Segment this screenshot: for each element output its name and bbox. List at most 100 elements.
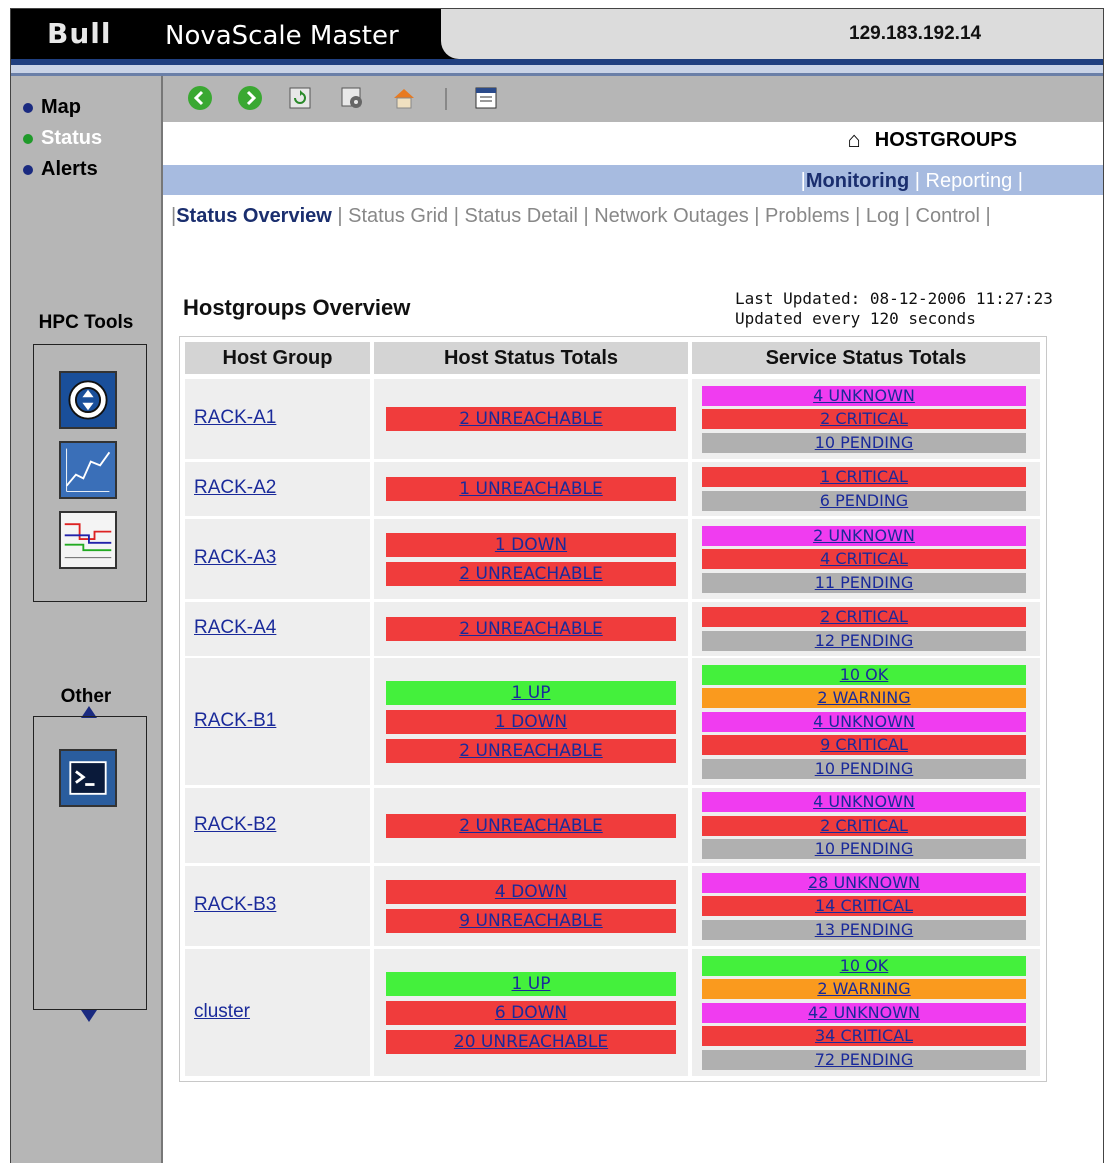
hostgroup-link[interactable]: RACK-B2 [194,814,276,836]
host-status-badge[interactable]: 2 UNREACHABLE [386,813,676,838]
column-header-service-status: Service Status Totals [692,342,1040,374]
hpc-tools-panel [33,344,147,602]
bull-logo: Bull [47,17,112,50]
settings-icon[interactable] [339,85,365,111]
service-status-badge[interactable]: 10 OK [702,664,1026,685]
page-title: Hostgroups Overview [183,295,411,320]
subnav-separator: | [577,205,595,227]
service-status-badge[interactable]: 34 CRITICAL [702,1026,1026,1046]
hostgroup-link[interactable]: RACK-A1 [194,407,276,429]
service-status-badge[interactable]: 72 PENDING [702,1049,1026,1070]
host-status-badge[interactable]: 1 UNREACHABLE [386,477,676,501]
host-status-badge[interactable]: 1 UP [386,971,676,996]
service-status-badge[interactable]: 10 PENDING [702,432,1026,453]
service-status-badge[interactable]: 4 CRITICAL [702,549,1026,569]
host-status-badge[interactable]: 2 UNREACHABLE [386,407,676,431]
host-status-badge[interactable]: 1 UP [386,680,676,705]
host-status-badge[interactable]: 2 UNREACHABLE [386,561,676,586]
sidebar-item-status[interactable]: Status [23,127,102,150]
toolbar-separator [445,88,447,110]
window-icon[interactable] [473,85,499,111]
service-status-badge[interactable]: 10 PENDING [702,758,1026,779]
service-status-badge[interactable]: 2 CRITICAL [702,607,1026,628]
performance-chart-icon[interactable] [59,441,117,499]
host-status-badge[interactable]: 2 UNREACHABLE [386,738,676,763]
subnav-status-detail[interactable]: Status Detail [465,205,578,227]
tab-separator: | [1017,170,1023,192]
service-status-badge[interactable]: 14 CRITICAL [702,896,1026,916]
host-status-badge[interactable]: 2 UNREACHABLE [386,617,676,641]
subnav-log[interactable]: Log [866,205,899,227]
forward-icon[interactable] [237,85,263,111]
sidebar-item-label: Map [41,96,81,118]
terminal-icon[interactable] [59,749,117,807]
refresh-icon[interactable] [287,85,313,111]
service-status-badge[interactable]: 4 UNKNOWN [702,385,1026,406]
column-header-host-group: Host Group [185,342,370,374]
timeline-chart-icon[interactable] [59,511,117,569]
last-updated-text: Last Updated: 08-12-2006 11:27:23 [735,289,1053,308]
tab-monitoring[interactable]: Monitoring [806,170,909,192]
service-status-badge[interactable]: 2 UNKNOWN [702,525,1026,546]
service-status-badge[interactable]: 2 WARNING [702,688,1026,708]
ip-tab [441,9,1103,59]
subnav-separator: | [980,205,991,227]
service-status-badge[interactable]: 2 CRITICAL [702,409,1026,429]
host-status-badge[interactable]: 4 DOWN [386,879,676,904]
sidebar-item-alerts[interactable]: Alerts [23,158,98,181]
main-tabs: |Monitoring | Reporting | [801,170,1023,193]
service-status-badge[interactable]: 12 PENDING [702,630,1026,651]
host-status-badge[interactable]: 1 DOWN [386,532,676,557]
storage-tool-icon[interactable] [59,371,117,429]
service-status-badge[interactable]: 11 PENDING [702,572,1026,593]
host-status-badge[interactable]: 6 DOWN [386,1000,676,1025]
host-status-badge[interactable]: 9 UNREACHABLE [386,908,676,933]
update-interval-text: Updated every 120 seconds [735,309,976,328]
sidebar-item-map[interactable]: Map [23,96,81,119]
sidebar-item-label: Alerts [41,158,98,180]
subnav-status-grid[interactable]: Status Grid [348,205,448,227]
host-status-badge[interactable]: 1 DOWN [386,709,676,734]
service-status-badge[interactable]: 1 CRITICAL [702,467,1026,488]
sidebar: Map Status Alerts HPC Tools Other [11,76,163,1163]
home-icon[interactable] [391,85,417,111]
service-status-badge[interactable]: 4 UNKNOWN [702,792,1026,812]
service-status-badge[interactable]: 6 PENDING [702,490,1026,511]
hostgroup-link[interactable]: RACK-A3 [194,547,276,569]
host-status-badge[interactable]: 20 UNREACHABLE [386,1029,676,1054]
subnav-status-overview[interactable]: Status Overview [176,205,332,227]
house-icon: ⌂ [847,127,861,152]
other-tools-panel [33,716,147,1010]
service-status-badge[interactable]: 4 UNKNOWN [702,711,1026,732]
hostgroup-link[interactable]: RACK-A4 [194,617,276,639]
hostgroup-link[interactable]: RACK-B3 [194,894,276,916]
service-status-badge[interactable]: 2 CRITICAL [702,815,1026,836]
service-status-badge[interactable]: 10 OK [702,955,1026,976]
service-status-badge[interactable]: 9 CRITICAL [702,735,1026,755]
subnav-separator: | [331,205,349,227]
bullet-icon [23,133,33,144]
subnav-control[interactable]: Control [916,205,980,227]
bullet-icon [23,102,33,113]
service-status-badge[interactable]: 42 UNKNOWN [702,1002,1026,1023]
subnav-network-outages[interactable]: Network Outages [594,205,749,227]
hostgroup-link[interactable]: RACK-A2 [194,477,276,499]
subnav-separator: | [448,205,465,227]
back-icon[interactable] [187,85,213,111]
section-title: ⌂ HOSTGROUPS [847,127,1017,153]
subnav-separator: | [849,205,866,227]
service-status-badge[interactable]: 2 WARNING [702,979,1026,999]
table-cell [374,866,688,946]
section-title-text: HOSTGROUPS [874,128,1017,151]
tab-reporting[interactable]: Reporting [926,170,1013,192]
column-header-host-status: Host Status Totals [374,342,688,374]
hostgroup-link[interactable]: cluster [194,1001,250,1023]
hostgroup-link[interactable]: RACK-B1 [194,710,276,732]
header-rule [11,65,1103,73]
subnav-separator: | [748,205,766,227]
service-status-badge[interactable]: 13 PENDING [702,919,1026,940]
subnav-problems[interactable]: Problems [765,205,849,227]
scroll-down-icon[interactable] [81,1010,97,1022]
service-status-badge[interactable]: 28 UNKNOWN [702,872,1026,893]
service-status-badge[interactable]: 10 PENDING [702,839,1026,859]
